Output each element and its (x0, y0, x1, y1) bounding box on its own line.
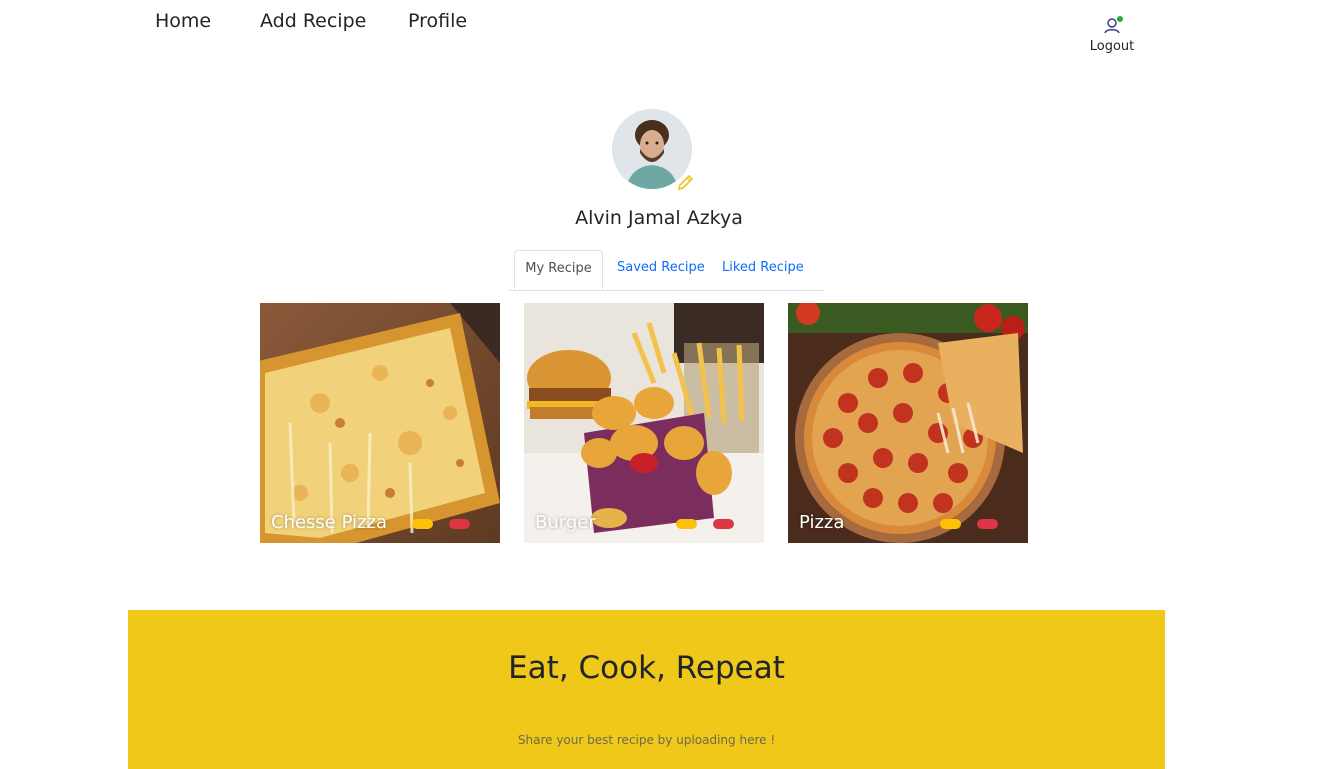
like-button[interactable] (977, 519, 998, 529)
like-button[interactable] (713, 519, 734, 529)
logout-button[interactable]: Logout (1086, 16, 1138, 62)
profile-name: Alvin Jamal Azkya (575, 207, 743, 229)
recipe-title: Pizza (799, 512, 845, 533)
banner-subtitle: Share your best recipe by uploading here… (517, 733, 776, 747)
nav-profile-link[interactable]: Profile (408, 10, 467, 32)
recipe-title: Chesse Pizza (271, 512, 387, 533)
recipe-image (260, 303, 500, 543)
recipe-tabs: My Recipe Saved Recipe Liked Recipe (509, 250, 825, 291)
save-button[interactable] (412, 519, 433, 529)
save-button[interactable] (940, 519, 961, 529)
pencil-icon[interactable] (676, 174, 694, 192)
save-button[interactable] (676, 519, 697, 529)
nav-home-link[interactable]: Home (155, 10, 211, 32)
recipe-title: Burger (535, 512, 596, 533)
recipe-image (788, 303, 1028, 543)
nav-add-recipe-link[interactable]: Add Recipe (260, 10, 366, 32)
cta-banner: Eat, Cook, Repeat Share your best recipe… (128, 610, 1165, 769)
banner-title: Eat, Cook, Repeat (508, 650, 785, 686)
online-status-dot (1117, 16, 1123, 22)
recipe-image (524, 303, 764, 543)
recipe-card-cheese-pizza[interactable]: Chesse Pizza (260, 303, 500, 543)
like-button[interactable] (449, 519, 470, 529)
tab-saved-recipe[interactable]: Saved Recipe (617, 250, 705, 289)
recipe-card-pizza[interactable]: Pizza (788, 303, 1028, 543)
tab-my-recipe[interactable]: My Recipe (514, 250, 603, 290)
recipe-card-burger[interactable]: Burger (524, 303, 764, 543)
top-navbar: Home Add Recipe Profile Logout (0, 0, 1330, 70)
logout-label: Logout (1089, 39, 1135, 54)
tab-liked-recipe[interactable]: Liked Recipe (722, 250, 804, 289)
user-icon (1102, 16, 1123, 36)
